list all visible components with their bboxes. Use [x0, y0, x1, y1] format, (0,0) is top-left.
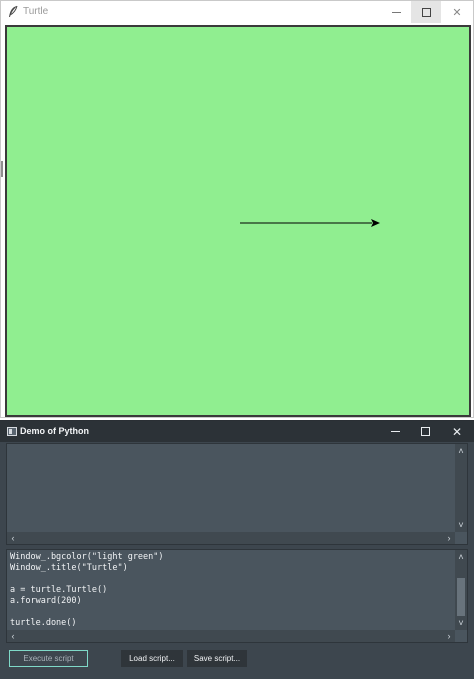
scroll-right-icon[interactable]: › [443, 631, 455, 641]
window-resize-edge[interactable] [1, 161, 3, 177]
scroll-up-icon[interactable]: ˄ [455, 446, 467, 456]
editor-vertical-scrollbar[interactable]: ˄ ˅ [455, 550, 467, 630]
code-line: Window_.title("Turtle") [10, 563, 128, 573]
output-vertical-scrollbar[interactable]: ˄ ˅ [455, 444, 467, 532]
execute-script-button[interactable]: Execute script [9, 650, 88, 667]
output-panel[interactable]: ˄ ˅ ‹ › [6, 443, 468, 545]
close-icon: ✕ [452, 6, 462, 19]
minimize-button[interactable] [381, 1, 411, 23]
script-editor[interactable]: Window_.bgcolor("light green") Window_.t… [6, 549, 468, 643]
code-line: a.forward(200) [10, 596, 82, 606]
output-horizontal-scrollbar[interactable]: ‹ › [7, 532, 455, 544]
maximize-button[interactable] [411, 1, 441, 23]
turtle-canvas[interactable] [5, 25, 471, 417]
scroll-down-icon[interactable]: ˅ [455, 618, 467, 628]
turtle-window-title: Turtle [23, 6, 49, 17]
demo-minimize-button[interactable] [380, 421, 410, 442]
window-icon [7, 427, 17, 436]
close-button[interactable]: ✕ [442, 1, 472, 23]
editor-horizontal-scrollbar[interactable]: ‹ › [7, 630, 455, 642]
close-icon: ✕ [451, 424, 463, 439]
scrollbar-thumb[interactable] [457, 578, 465, 616]
feather-icon [9, 5, 18, 17]
scroll-right-icon[interactable]: › [443, 533, 455, 543]
scroll-up-icon[interactable]: ˄ [455, 552, 467, 562]
demo-window: Demo of Python ✕ ˄ ˅ ‹ › Window_.bgcolor… [0, 420, 474, 679]
load-script-button[interactable]: Load script... [121, 650, 183, 667]
scroll-left-icon[interactable]: ‹ [7, 533, 19, 543]
minimize-icon [390, 431, 400, 432]
code-line: a = turtle.Turtle() [10, 585, 108, 595]
save-script-button[interactable]: Save script... [187, 650, 247, 667]
turtle-titlebar[interactable]: Turtle ✕ [1, 1, 473, 23]
minimize-icon [391, 11, 401, 13]
demo-titlebar[interactable]: Demo of Python ✕ [0, 421, 474, 442]
scroll-left-icon[interactable]: ‹ [7, 631, 19, 641]
maximize-icon [421, 7, 431, 17]
demo-close-button[interactable]: ✕ [442, 421, 472, 442]
turtle-arrow-icon [371, 219, 380, 227]
scroll-down-icon[interactable]: ˅ [455, 520, 467, 530]
turtle-window: Turtle ✕ [0, 0, 474, 418]
code-line: turtle.done() [10, 618, 77, 628]
demo-window-title: Demo of Python [20, 426, 89, 436]
maximize-icon [420, 427, 430, 436]
turtle-drawing [240, 219, 380, 227]
demo-maximize-button[interactable] [410, 421, 440, 442]
code-line: Window_.bgcolor("light green") [10, 552, 164, 562]
